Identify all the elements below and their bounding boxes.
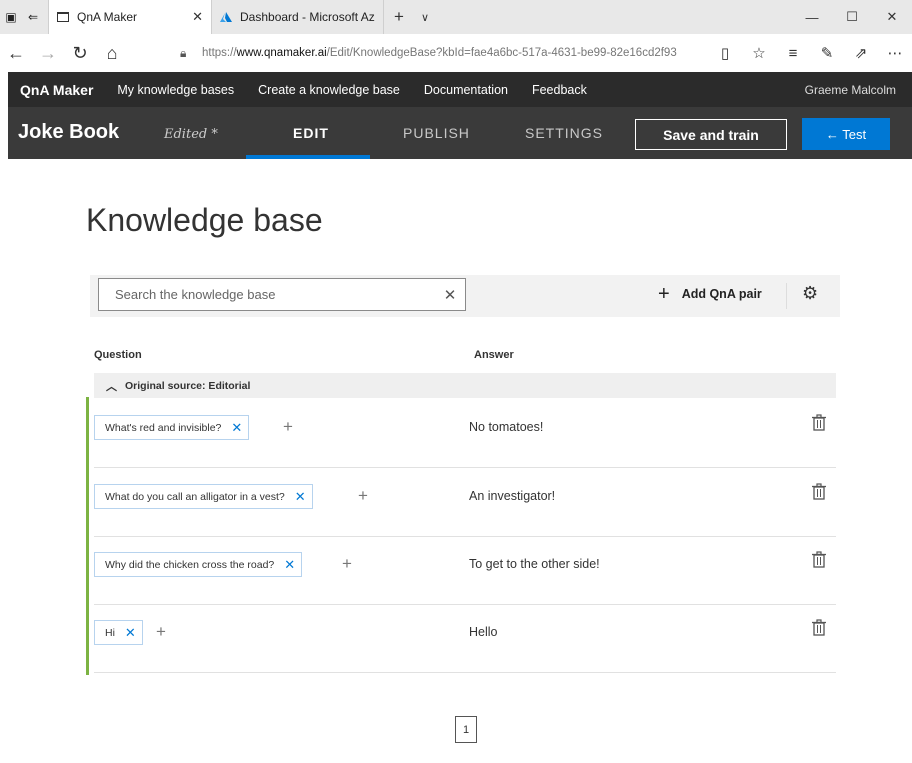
qna-row: Why did the chicken cross the road? ✕ + … xyxy=(94,537,836,605)
test-button[interactable]: ← Test xyxy=(802,118,890,150)
user-name[interactable]: Graeme Malcolm xyxy=(805,83,896,97)
add-alternate-question-icon[interactable]: + xyxy=(358,486,368,506)
browser-tab-qna-maker[interactable]: QnA Maker ✕ xyxy=(48,0,212,34)
delete-trash-icon[interactable] xyxy=(812,414,826,432)
answer-text[interactable]: Hello xyxy=(469,625,498,639)
kb-name: Joke Book xyxy=(18,121,120,143)
toolbar-divider xyxy=(786,283,787,309)
qna-row: Hi ✕ + Hello xyxy=(94,605,836,673)
set-aside-tabs-icon[interactable]: ⇐ xyxy=(22,0,44,34)
close-window-button[interactable]: ✕ xyxy=(872,0,912,34)
question-chip[interactable]: What's red and invisible? ✕ xyxy=(94,415,250,440)
kb-header-bar: Joke Book Edited * EDIT PUBLISH SETTINGS… xyxy=(8,107,912,159)
question-chip[interactable]: Hi ✕ xyxy=(94,620,143,645)
remove-question-icon[interactable]: ✕ xyxy=(295,489,306,505)
answer-text[interactable]: No tomatoes! xyxy=(469,420,543,434)
reading-view-icon[interactable]: ▯ xyxy=(708,34,742,72)
remove-question-icon[interactable]: ✕ xyxy=(125,625,136,641)
pen-notes-icon[interactable]: ✎ xyxy=(810,34,844,72)
nav-link-documentation[interactable]: Documentation xyxy=(424,83,508,97)
kb-toolbar: ✕ + Add QnA pair ⚙ xyxy=(90,275,840,317)
question-text: Hi xyxy=(105,626,115,639)
maximize-button[interactable]: ☐ xyxy=(832,0,872,34)
forward-arrow-icon[interactable]: → xyxy=(32,34,64,72)
tab-publish[interactable]: PUBLISH xyxy=(403,125,470,141)
search-input[interactable] xyxy=(99,279,435,310)
url-prefix: https:// xyxy=(202,47,237,59)
answer-text[interactable]: An investigator! xyxy=(469,489,555,503)
tab-title: QnA Maker xyxy=(77,10,138,24)
lock-icon: 🔒︎ xyxy=(180,45,187,60)
azure-logo-icon xyxy=(220,12,232,22)
column-header-question: Question xyxy=(94,349,142,361)
delete-trash-icon[interactable] xyxy=(812,619,826,637)
url-field[interactable]: 🔒︎ https://www.qnamaker.ai/Edit/Knowledg… xyxy=(180,41,730,65)
tab-edit[interactable]: EDIT xyxy=(293,125,329,141)
question-text: Why did the chicken cross the road? xyxy=(105,558,275,571)
browser-tab-bar: ▣ ⇐ QnA Maker ✕ Dashboard - Microsoft Az… xyxy=(0,0,912,34)
kb-edited-status: Edited * xyxy=(164,127,218,142)
home-icon[interactable]: ⌂ xyxy=(96,34,128,72)
remove-question-icon[interactable]: ✕ xyxy=(231,420,242,436)
more-icon[interactable]: ⋯ xyxy=(878,34,912,72)
delete-trash-icon[interactable] xyxy=(812,483,826,501)
brand-logo[interactable]: QnA Maker xyxy=(8,82,93,98)
question-text: What's red and invisible? xyxy=(105,421,222,434)
remove-question-icon[interactable]: ✕ xyxy=(284,557,295,573)
tab-list-chevron-icon[interactable]: ∨ xyxy=(414,0,436,34)
page-title: Knowledge base xyxy=(86,202,323,238)
close-tab-icon[interactable]: ✕ xyxy=(192,9,203,25)
app-top-nav: QnA Maker My knowledge bases Create a kn… xyxy=(8,72,912,107)
back-arrow-icon[interactable]: ← xyxy=(0,34,32,72)
plus-icon: + xyxy=(658,283,670,305)
page-icon xyxy=(57,12,69,22)
address-bar-actions: ▯ ☆ ≡ ✎ ⇗ ⋯ xyxy=(708,34,912,72)
edited-rows-marker xyxy=(86,397,89,675)
source-label: Original source: Editorial xyxy=(125,379,251,392)
source-group-header[interactable]: ︿ Original source: Editorial xyxy=(94,373,836,398)
main-content: Knowledge base ✕ + Add QnA pair ⚙ Questi… xyxy=(8,159,912,763)
nav-link-feedback[interactable]: Feedback xyxy=(532,83,587,97)
tab-settings[interactable]: SETTINGS xyxy=(525,125,603,141)
tab-actions-icon[interactable]: ▣ xyxy=(0,0,22,34)
nav-link-create-knowledge-base[interactable]: Create a knowledge base xyxy=(258,83,400,97)
add-qna-pair-label: Add QnA pair xyxy=(681,287,762,301)
refresh-icon[interactable]: ↻ xyxy=(64,34,96,72)
tab-title: Dashboard - Microsoft Azur xyxy=(240,10,375,24)
answer-text[interactable]: To get to the other side! xyxy=(469,557,600,571)
browser-tab-azure[interactable]: Dashboard - Microsoft Azur xyxy=(212,0,384,34)
clear-search-icon[interactable]: ✕ xyxy=(435,286,465,304)
page-number-button[interactable]: 1 xyxy=(455,716,477,743)
delete-trash-icon[interactable] xyxy=(812,551,826,569)
new-tab-button[interactable]: + xyxy=(384,0,414,34)
gear-icon[interactable]: ⚙ xyxy=(802,283,818,304)
save-and-train-button[interactable]: Save and train xyxy=(635,119,787,150)
url-host: www.qnamaker.ai xyxy=(236,47,327,59)
column-header-answer: Answer xyxy=(474,349,514,361)
add-alternate-question-icon[interactable]: + xyxy=(156,622,166,642)
url-path: /Edit/KnowledgeBase?kbId=fae4a6bc-517a-4… xyxy=(326,47,677,59)
question-chip[interactable]: What do you call an alligator in a vest?… xyxy=(94,484,313,509)
qna-row: What do you call an alligator in a vest?… xyxy=(94,469,836,537)
favorite-star-icon[interactable]: ☆ xyxy=(742,34,776,72)
add-qna-pair-button[interactable]: + Add QnA pair xyxy=(658,283,762,305)
question-chip[interactable]: Why did the chicken cross the road? ✕ xyxy=(94,552,303,577)
search-box: ✕ xyxy=(98,278,466,311)
share-icon[interactable]: ⇗ xyxy=(844,34,878,72)
qna-row: What's red and invisible? ✕ + No tomatoe… xyxy=(94,400,836,468)
address-bar: ← → ↻ ⌂ 🔒︎ https://www.qnamaker.ai/Edit/… xyxy=(0,34,912,72)
window-controls: — ☐ ✕ xyxy=(792,0,912,34)
chevron-up-icon[interactable]: ︿ xyxy=(106,378,117,394)
add-alternate-question-icon[interactable]: + xyxy=(342,554,352,574)
minimize-button[interactable]: — xyxy=(792,0,832,34)
favorites-list-icon[interactable]: ≡ xyxy=(776,34,810,72)
add-alternate-question-icon[interactable]: + xyxy=(283,417,293,437)
question-text: What do you call an alligator in a vest? xyxy=(105,490,285,503)
nav-link-my-knowledge-bases[interactable]: My knowledge bases xyxy=(117,83,234,97)
